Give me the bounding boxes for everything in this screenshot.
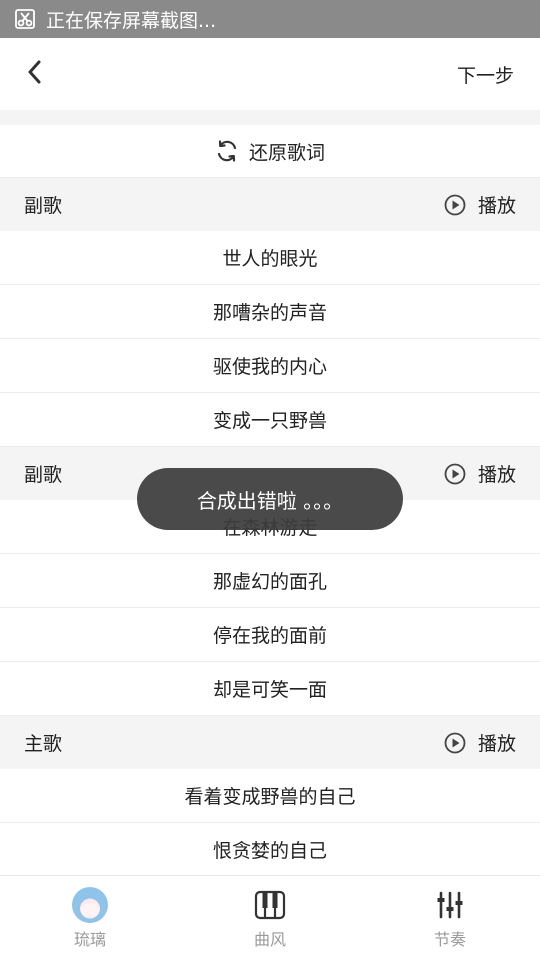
nav-item-rhythm[interactable]: 节奏 [360,876,540,960]
play-button[interactable]: 播放 [444,729,516,756]
lyric-line[interactable]: 那嘈杂的声音 [0,285,540,339]
restore-lyrics-label: 还原歌词 [248,141,325,164]
play-circle-icon [444,463,466,485]
play-button[interactable]: 播放 [444,460,516,487]
play-label: 播放 [477,733,516,755]
lyric-line[interactable]: 看着变成野兽的自己 [0,769,540,823]
play-label: 播放 [477,464,516,486]
back-button[interactable] [0,38,70,110]
lyric-line[interactable]: 那虚幻的面孔 [0,554,540,608]
nav-item-liuli[interactable]: 琉璃 [0,876,180,960]
lyric-line[interactable]: 恨贪婪的自己 [0,823,540,875]
section-title: 主歌 [24,733,63,755]
lyric-line[interactable]: 停在我的面前 [0,608,540,662]
section-header: 副歌 播放 [0,178,540,231]
status-text: 正在保存屏幕截图... [46,9,217,32]
bottom-nav: 琉璃 曲风 节奏 [0,875,540,960]
avatar [72,887,108,923]
sliders-icon [436,886,464,924]
avatar-icon [72,886,108,924]
lyric-line[interactable]: 驱使我的内心 [0,339,540,393]
chevron-left-icon [27,59,43,89]
header: 下一步 [0,38,540,110]
piano-icon [254,886,286,924]
lyric-line[interactable]: 变成一只野兽 [0,393,540,447]
status-bar: 正在保存屏幕截图... [0,0,540,38]
section-header: 主歌 播放 [0,716,540,769]
section-title: 副歌 [24,195,63,217]
restore-lyrics-button[interactable]: 还原歌词 [0,125,540,178]
header-divider [0,110,540,125]
error-toast: 合成出错啦 。。。 [137,468,403,530]
refresh-icon [215,139,239,163]
play-circle-icon [444,732,466,754]
section-title: 副歌 [24,464,63,486]
next-step-button[interactable]: 下一步 [457,38,540,110]
nav-label: 曲风 [253,930,286,949]
nav-item-style[interactable]: 曲风 [180,876,360,960]
lyric-line[interactable]: 世人的眼光 [0,231,540,285]
nav-label: 节奏 [433,930,466,949]
scissors-icon [14,8,36,30]
play-label: 播放 [477,195,516,217]
play-button[interactable]: 播放 [444,191,516,218]
play-circle-icon [444,194,466,216]
nav-label: 琉璃 [73,930,106,949]
lyric-line[interactable]: 却是可笑一面 [0,662,540,716]
